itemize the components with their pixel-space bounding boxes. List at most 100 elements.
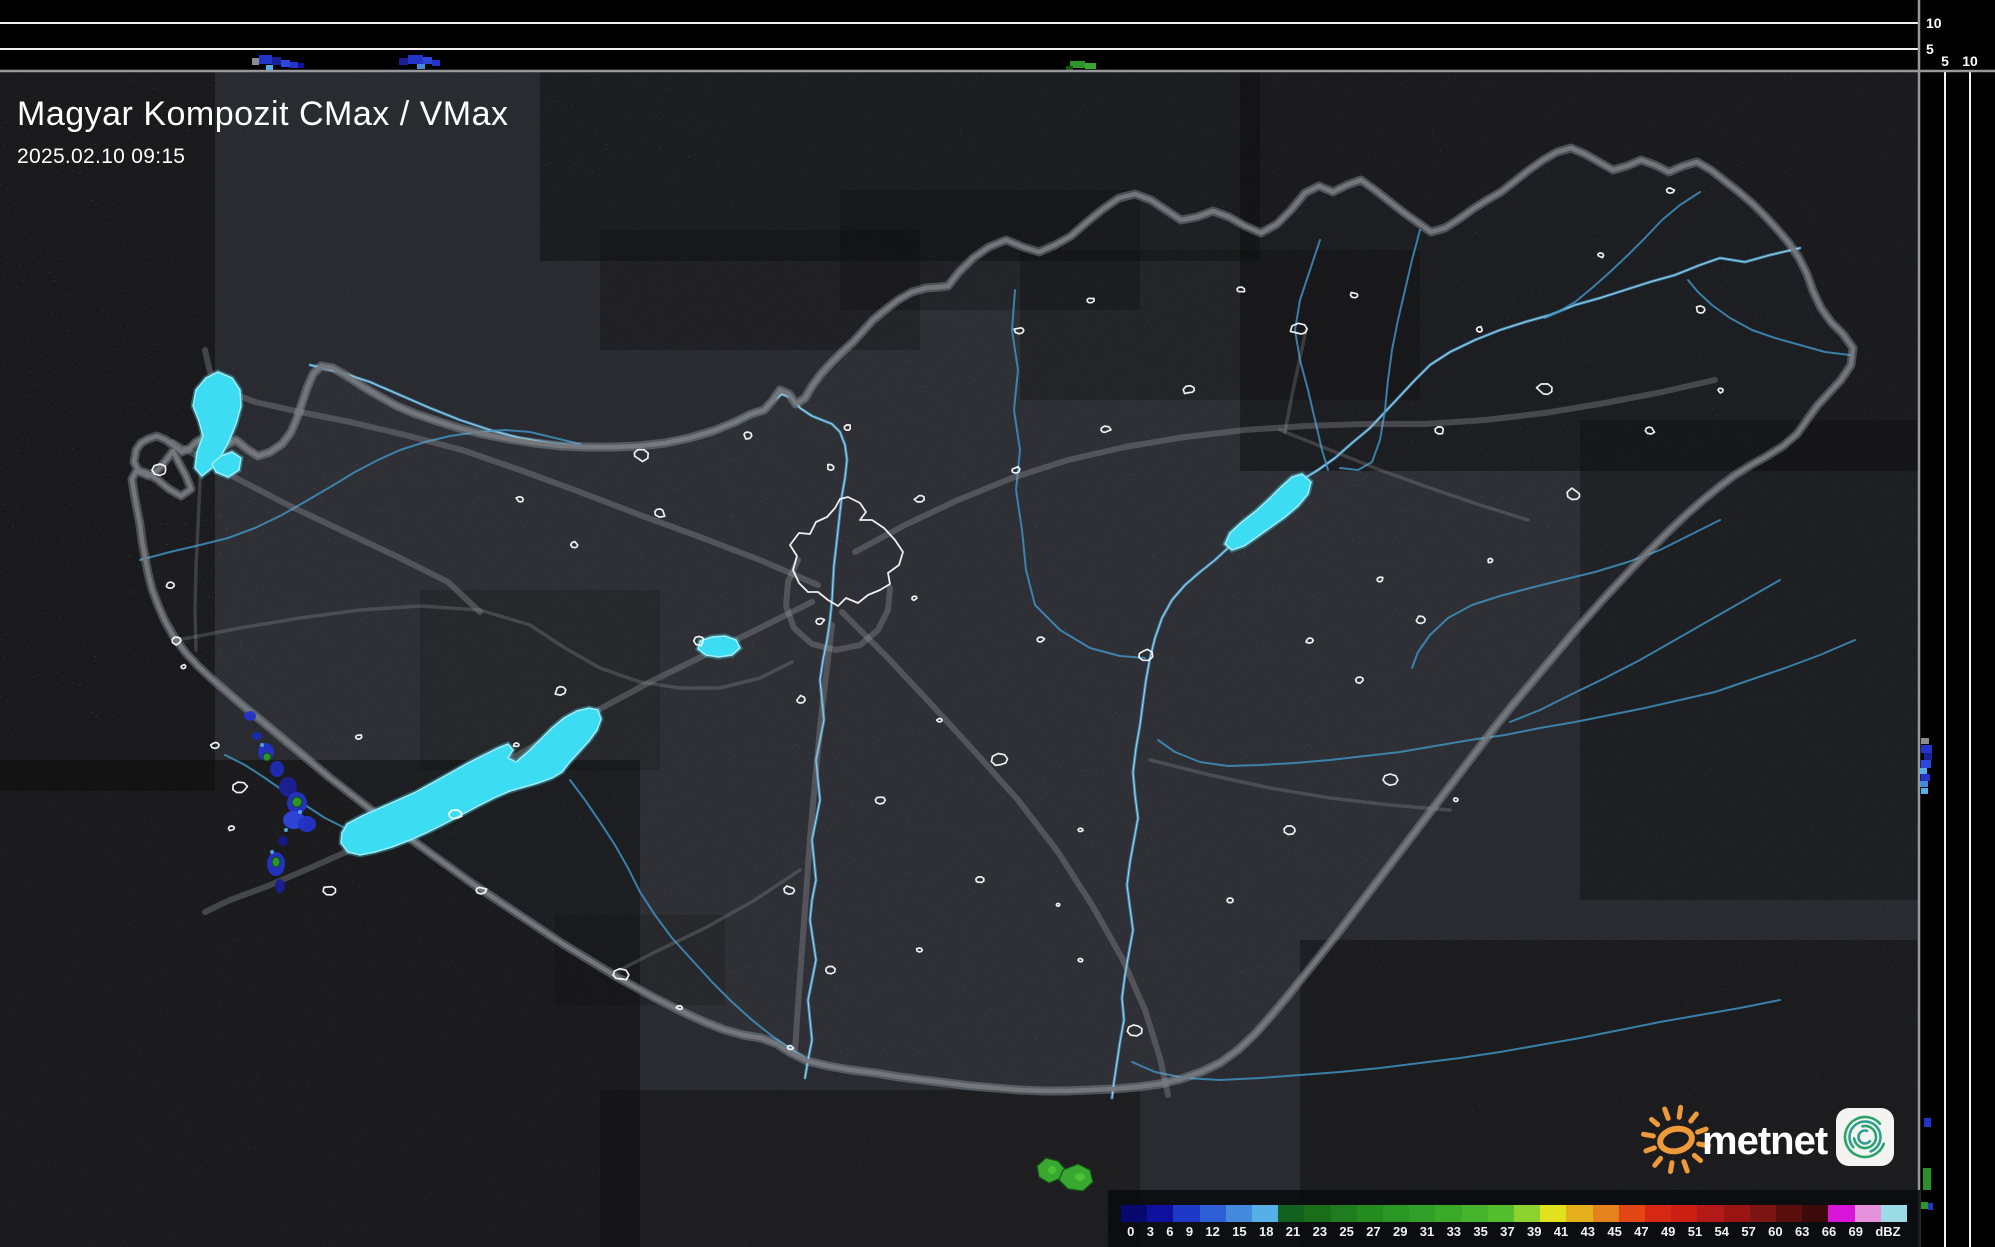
right-strip-echo [1924, 1118, 1931, 1127]
dbz-legend: 0 3 6 9 12 15 18 21 23 25 27 29 31 33 35 37 39 41 43 45 47 49… [1108, 1190, 1920, 1247]
radar-echo-green-core [262, 752, 272, 762]
legend-step-swatch [1854, 1205, 1881, 1222]
legend-step-label: 12 [1205, 1224, 1220, 1239]
legend-step-swatch [1802, 1205, 1829, 1222]
legend-step-label: 21 [1285, 1224, 1301, 1239]
legend-step-label: 27 [1366, 1224, 1381, 1239]
terrain-relief-patch [0, 760, 640, 1247]
legend-step-label: 66 [1821, 1224, 1837, 1239]
top-profile-strip: 10 5 [0, 0, 1995, 71]
legend-step-swatch [1304, 1205, 1331, 1222]
right-strip-echo [1923, 1168, 1931, 1190]
legend-step-swatch [1121, 1205, 1148, 1222]
terrain-relief-patch [0, 71, 215, 791]
radar-echo-cell [252, 732, 262, 740]
top-strip-echo [1066, 66, 1073, 70]
legend-step-swatch [1409, 1205, 1436, 1222]
legend-step-swatch [1723, 1205, 1750, 1222]
legend-step-swatch [1749, 1205, 1777, 1222]
metnet-wordmark: metnet [1702, 1119, 1828, 1163]
legend-step-swatch [1461, 1205, 1488, 1222]
legend-step-label: 39 [1526, 1224, 1542, 1239]
title-block: Magyar Kompozit CMax / VMax 2025.02.10 0… [17, 95, 509, 169]
legend-step-swatch [1199, 1205, 1226, 1222]
top-strip-echo [259, 55, 272, 64]
legend-step-swatch [1330, 1205, 1357, 1222]
legend-step-label: 51 [1687, 1224, 1703, 1239]
legend-step-swatch [1435, 1205, 1462, 1222]
legend-step-label: 57 [1741, 1224, 1756, 1239]
legend-step-label: 35 [1473, 1224, 1488, 1239]
right-strip-altitude-label: 5 [1941, 53, 1949, 69]
legend-step-swatch [1566, 1205, 1593, 1222]
right-strip-echo [1921, 774, 1930, 781]
map-layer [0, 71, 1919, 1247]
legend-step-swatch [1383, 1205, 1410, 1222]
legend-step-swatch [1225, 1205, 1253, 1222]
right-strip-echo [1921, 788, 1928, 794]
legend-step-label: 43 [1580, 1224, 1596, 1239]
right-strip-echo [1920, 781, 1928, 787]
radar-echo-green-core [271, 856, 281, 868]
legend-step-swatch [1671, 1205, 1698, 1222]
right-strip-altitude-label: 10 [1962, 53, 1978, 69]
top-strip-echo [252, 58, 259, 65]
top-strip-echo [423, 57, 432, 64]
legend-step-label: 41 [1553, 1224, 1569, 1239]
radar-echo-cell [278, 836, 288, 846]
cyclone-spiral-icon [1836, 1108, 1894, 1166]
legend-step-swatch [1356, 1205, 1384, 1222]
legend-step-swatch [1828, 1205, 1855, 1222]
right-strip-echo [1924, 753, 1932, 760]
product-title: Magyar Kompozit CMax / VMax [17, 95, 509, 133]
legend-step-swatch [1278, 1205, 1305, 1222]
dbz-colorbar-labels: 0 3 6 9 12 15 18 21 23 25 27 29 31 33 35 37 39 41 43 45 47 49… [1121, 1224, 1907, 1239]
radar-echo-cell [244, 711, 256, 721]
top-strip-echo [298, 63, 304, 68]
legend-step-label: 54 [1714, 1224, 1730, 1239]
right-profile-strip: 5 10 [1919, 53, 1995, 1247]
top-strip-echo [272, 57, 281, 65]
legend-step-label: dBZ [1875, 1224, 1901, 1239]
legend-step-swatch [1880, 1205, 1908, 1222]
legend-step-swatch [1540, 1205, 1567, 1222]
legend-step-label: 0 [1127, 1224, 1135, 1239]
legend-step-label: 9 [1185, 1224, 1194, 1239]
sun-icon [1641, 1104, 1711, 1175]
right-strip-echo [1920, 768, 1927, 774]
top-strip-echo [266, 65, 273, 70]
top-strip-altitude-label: 10 [1926, 15, 1942, 31]
top-strip-echo [290, 62, 298, 68]
right-strip-echo [1928, 1203, 1933, 1210]
legend-step-swatch [1487, 1205, 1515, 1222]
legend-step-swatch [1173, 1205, 1200, 1222]
legend-step-swatch [1645, 1205, 1672, 1222]
legend-step-label: 33 [1446, 1224, 1462, 1239]
legend-step-label: 45 [1607, 1224, 1622, 1239]
legend-step-swatch [1252, 1205, 1279, 1222]
legend-step-label: 69 [1848, 1224, 1863, 1239]
legend-step-swatch [1592, 1205, 1619, 1222]
top-strip-echo [281, 60, 290, 67]
terrain-relief-patch [1580, 420, 1919, 900]
legend-step-label: 49 [1660, 1224, 1676, 1239]
legend-step-label: 25 [1339, 1224, 1354, 1239]
right-strip-echo [1921, 1202, 1928, 1209]
legend-step-label: 6 [1166, 1224, 1174, 1239]
legend-step-swatch [1697, 1205, 1724, 1222]
legend-step-label: 47 [1634, 1224, 1649, 1239]
radar-echo-green-core [291, 796, 303, 808]
radar-map-canvas: 1055 10 [0, 0, 1995, 1247]
dbz-colorbar [1121, 1205, 1908, 1222]
legend-step-label: 37 [1500, 1224, 1515, 1239]
top-strip-echo [408, 55, 423, 64]
top-strip-altitude-label: 5 [1926, 41, 1934, 57]
radar-composite-view: 10 5 5 10 Magyar Kompozit CMax / VMax 2025.… [0, 0, 1995, 1247]
legend-step-swatch [1147, 1205, 1174, 1222]
top-strip-echo [399, 58, 408, 65]
legend-step-label: 29 [1392, 1224, 1408, 1239]
legend-step-label: 31 [1419, 1224, 1435, 1239]
top-strip-echo [1085, 63, 1096, 69]
right-strip-echo [1921, 745, 1932, 753]
metnet-logo: metnet [1638, 1100, 1910, 1180]
